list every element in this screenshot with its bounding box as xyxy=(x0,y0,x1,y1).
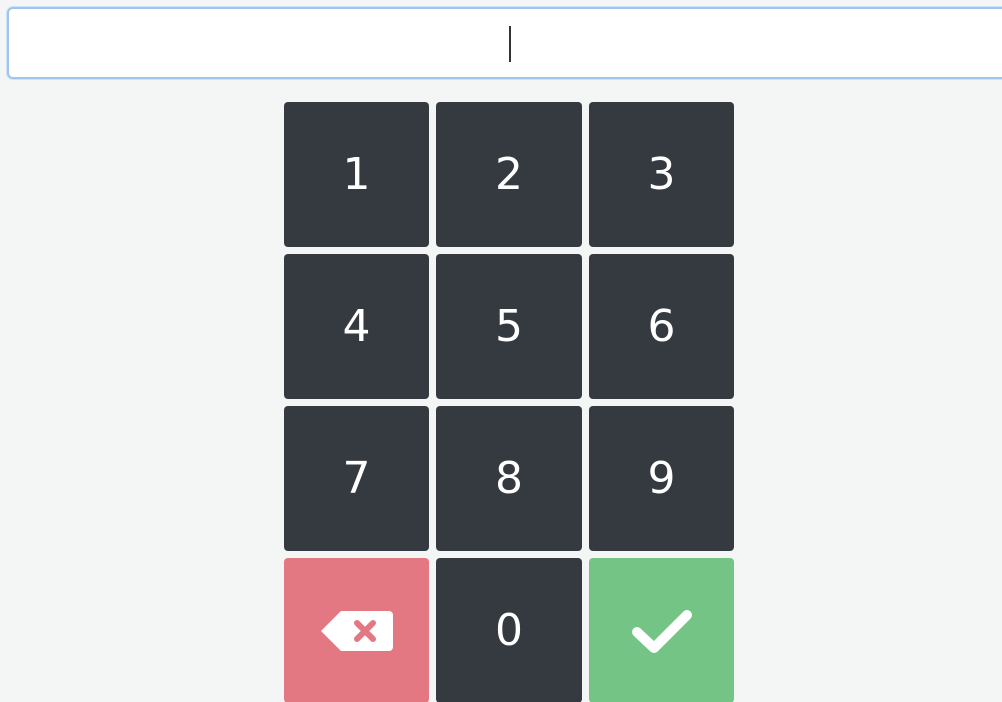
key-5-button[interactable]: 5 xyxy=(436,254,582,399)
backspace-icon xyxy=(319,608,395,654)
key-6-button[interactable]: 6 xyxy=(589,254,734,399)
key-8-button[interactable]: 8 xyxy=(436,406,582,551)
pin-input[interactable] xyxy=(7,7,1002,79)
text-caret xyxy=(509,26,511,62)
key-4-button[interactable]: 4 xyxy=(284,254,429,399)
check-icon xyxy=(631,606,693,656)
key-2-button[interactable]: 2 xyxy=(436,102,582,247)
key-9-button[interactable]: 9 xyxy=(589,406,734,551)
confirm-button[interactable] xyxy=(589,558,734,702)
key-7-button[interactable]: 7 xyxy=(284,406,429,551)
key-0-button[interactable]: 0 xyxy=(436,558,582,702)
pin-pad-screen: 1 2 3 4 5 6 7 8 9 0 xyxy=(0,0,1002,702)
key-1-button[interactable]: 1 xyxy=(284,102,429,247)
numeric-keypad: 1 2 3 4 5 6 7 8 9 0 xyxy=(284,102,734,702)
key-3-button[interactable]: 3 xyxy=(589,102,734,247)
delete-button[interactable] xyxy=(284,558,429,702)
